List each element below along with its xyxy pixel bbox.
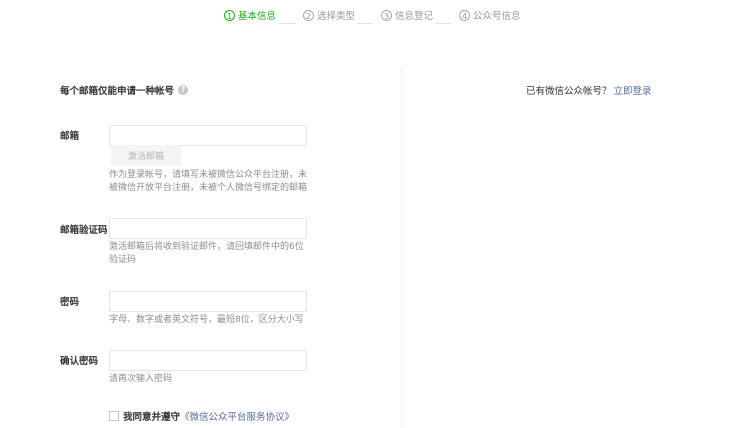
step-account-info: 4 公众号信息 [459, 8, 521, 22]
step-connector [435, 23, 451, 24]
form-tip: 每个邮箱仅能申请一种帐号 ? [60, 83, 189, 97]
email-label: 邮箱 [60, 131, 80, 142]
email-code-input[interactable] [109, 218, 307, 239]
step-connector [279, 23, 295, 24]
email-hint: 作为登录帐号，请填写未被微信公众平台注册，未被微信开放平台注册，未被个人微信号绑… [109, 170, 308, 193]
step-basic-info: 1 基本信息 [224, 8, 276, 22]
existing-account-text: 已有微信公众帐号？ [526, 86, 612, 97]
password-label: 密码 [60, 297, 80, 308]
confirm-password-input[interactable] [109, 350, 307, 371]
password-input[interactable] [109, 291, 307, 312]
help-icon[interactable]: ? [178, 85, 189, 95]
confirm-password-label: 确认密码 [60, 356, 99, 367]
step-label: 公众号信息 [473, 11, 521, 22]
step-connector [357, 23, 373, 24]
step-number: 1 [224, 9, 235, 21]
step-number: 3 [381, 9, 392, 21]
registration-stepper: 1 基本信息 2 选择类型 3 信息登记 4 公众号信息 [0, 8, 730, 24]
agreement-row: 我同意并遵守 《微信公众平台服务协议》 [109, 409, 294, 423]
email-input[interactable] [109, 125, 307, 146]
step-label: 信息登记 [395, 11, 434, 22]
email-code-label: 邮箱验证码 [60, 225, 108, 236]
activate-email-button[interactable]: 激活邮箱 [111, 145, 181, 166]
agreement-checkbox[interactable] [109, 411, 119, 421]
step-info-registration: 3 信息登记 [381, 8, 433, 22]
password-hint: 字母、数字或者英文符号，最短8位，区分大小写 [109, 315, 304, 325]
agreement-link[interactable]: 《微信公众平台服务协议》 [180, 409, 294, 423]
confirm-password-hint: 请再次输入密码 [109, 374, 173, 384]
form-tip-text: 每个邮箱仅能申请一种帐号 [60, 86, 175, 97]
email-code-hint: 激活邮箱后将收到验证邮件，请回填邮件中的6位验证码 [109, 242, 304, 265]
login-link[interactable]: 立即登录 [614, 86, 652, 97]
step-label: 选择类型 [317, 11, 356, 22]
step-number: 2 [303, 9, 314, 21]
existing-account-prompt: 已有微信公众帐号？ 立即登录 [526, 83, 652, 97]
column-divider [401, 68, 402, 428]
agreement-text: 我同意并遵守 [123, 412, 181, 423]
step-select-type: 2 选择类型 [303, 8, 355, 22]
step-number: 4 [459, 9, 470, 21]
step-label: 基本信息 [238, 11, 277, 22]
